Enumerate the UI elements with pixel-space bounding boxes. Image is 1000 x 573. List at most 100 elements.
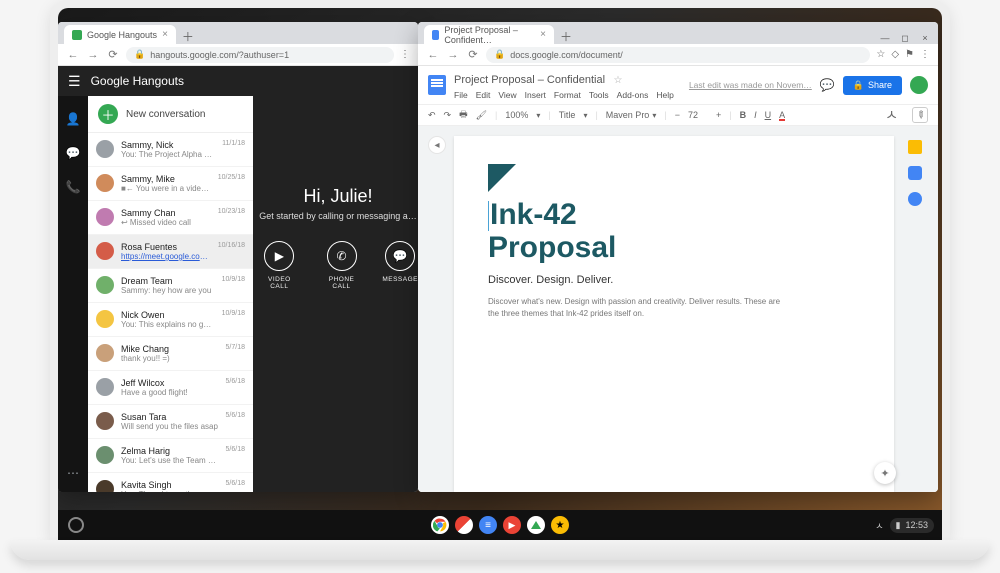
- style-dropdown[interactable]: Title: [559, 110, 576, 120]
- docs-tabstrip[interactable]: Project Proposal – Confident… × ＋ —◻×: [418, 22, 938, 44]
- shelf-gmail-icon[interactable]: [455, 516, 473, 534]
- close-tab-icon[interactable]: ×: [162, 29, 168, 40]
- font-dropdown[interactable]: Maven Pro▾: [606, 110, 657, 120]
- tray-expand-icon[interactable]: ㅅ: [875, 519, 883, 532]
- keep-icon[interactable]: [908, 140, 922, 154]
- shelf-playstore-icon[interactable]: [527, 516, 545, 534]
- phone-icon[interactable]: 📞: [64, 178, 82, 196]
- font-size-plus[interactable]: +: [716, 110, 721, 120]
- hangouts-tabstrip[interactable]: Google Hangouts × ＋: [58, 22, 418, 44]
- conversation-item[interactable]: Kavita SinghYou: Thoughts on the report?…: [88, 473, 253, 492]
- browser-menu-icon[interactable]: ⋮: [920, 49, 930, 60]
- close-tab-icon[interactable]: ×: [540, 29, 546, 40]
- menu-view[interactable]: View: [498, 90, 516, 100]
- editing-mode-button[interactable]: [912, 107, 928, 123]
- conversation-name: Nick Owen: [121, 310, 215, 320]
- shelf-youtube-icon[interactable]: ▶: [503, 516, 521, 534]
- chat-icon[interactable]: 💬: [64, 144, 82, 162]
- system-tray[interactable]: ㅅ ▮ 12:53: [875, 518, 934, 533]
- chromeos-shelf[interactable]: ≡ ▶ ★ ㅅ ▮ 12:53: [58, 510, 942, 540]
- calendar-icon[interactable]: [908, 166, 922, 180]
- docs-tab[interactable]: Project Proposal – Confident… ×: [424, 25, 554, 44]
- toolbar-collapse-icon[interactable]: ㅅ: [885, 105, 898, 125]
- shelf-chrome-icon[interactable]: [431, 516, 449, 534]
- shelf-files-icon[interactable]: ★: [551, 516, 569, 534]
- docs-toolbar[interactable]: ↶ ↷ 🖶 🖌 | 100%▾ | Title▾ | Maven Pro▾ | …: [418, 104, 938, 126]
- italic-button[interactable]: I: [754, 110, 757, 120]
- share-button[interactable]: 🔒 Share: [843, 76, 902, 95]
- document-body[interactable]: Discover what's new. Design with passion…: [488, 296, 788, 320]
- docs-app-icon[interactable]: [428, 75, 446, 95]
- contacts-icon[interactable]: 👤: [64, 110, 82, 128]
- docs-address-bar[interactable]: 🔒 docs.google.com/document/: [486, 47, 870, 63]
- browser-menu-icon[interactable]: ⋮: [400, 49, 410, 60]
- outline-toggle-button[interactable]: ◂: [428, 136, 446, 154]
- reload-icon[interactable]: ⟳: [466, 48, 480, 61]
- document-tagline[interactable]: Discover. Design. Deliver.: [488, 274, 860, 286]
- cast-icon[interactable]: ◇: [891, 49, 899, 60]
- conversation-item[interactable]: Zelma HarigYou: Let's use the Team Drive…: [88, 439, 253, 473]
- back-icon[interactable]: ←: [426, 49, 440, 61]
- explore-button[interactable]: ✦: [874, 462, 896, 484]
- forward-icon[interactable]: →: [446, 49, 460, 61]
- conversation-item[interactable]: Mike Changthank you!! =)5/7/18: [88, 337, 253, 371]
- menu-file[interactable]: File: [454, 90, 468, 100]
- font-size-minus[interactable]: −: [675, 110, 680, 120]
- conversation-item[interactable]: Susan TaraWill send you the files asap5/…: [88, 405, 253, 439]
- shelf-docs-icon[interactable]: ≡: [479, 516, 497, 534]
- back-icon[interactable]: ←: [66, 49, 80, 61]
- message-button[interactable]: 💬 MESSAGE: [382, 241, 418, 290]
- reload-icon[interactable]: ⟳: [106, 48, 120, 61]
- more-icon[interactable]: ⋯: [64, 464, 82, 482]
- phone-call-button[interactable]: ✆ PHONE CALL: [319, 241, 365, 290]
- conversation-item[interactable]: Sammy, NickYou: The Project Alpha presen…: [88, 133, 253, 167]
- conversation-snippet: Have a good flight!: [121, 388, 219, 397]
- conversation-item[interactable]: Rosa Fuenteshttps://meet.google.com/mxl-…: [88, 235, 253, 269]
- document-page[interactable]: Ink-42 Proposal Discover. Design. Delive…: [454, 136, 894, 492]
- star-icon[interactable]: ☆: [876, 49, 885, 60]
- conversation-item[interactable]: Jeff WilcoxHave a good flight!5/6/18: [88, 371, 253, 405]
- underline-button[interactable]: U: [765, 110, 772, 120]
- last-edit-link[interactable]: Last edit was made on Novem…: [689, 80, 812, 90]
- bold-button[interactable]: B: [740, 110, 747, 120]
- font-size-input[interactable]: 72: [688, 110, 708, 120]
- tasks-icon[interactable]: [908, 192, 922, 206]
- document-title[interactable]: Project Proposal – Confidential: [454, 74, 605, 86]
- new-conversation-button[interactable]: ＋ New conversation: [88, 96, 253, 133]
- comments-icon[interactable]: 💬: [820, 78, 835, 92]
- conversation-panel[interactable]: ＋ New conversation Sammy, NickYou: The P…: [88, 96, 253, 492]
- text-color-button[interactable]: A: [779, 110, 785, 120]
- menu-format[interactable]: Format: [554, 90, 581, 100]
- paint-format-icon[interactable]: 🖌: [476, 110, 487, 121]
- video-call-button[interactable]: ▶ VIDEO CALL: [258, 241, 301, 290]
- launcher-icon[interactable]: [68, 517, 84, 533]
- document-heading[interactable]: Ink-42 Proposal: [488, 198, 860, 264]
- hangouts-tab[interactable]: Google Hangouts ×: [64, 25, 176, 44]
- forward-icon[interactable]: →: [86, 49, 100, 61]
- menu-help[interactable]: Help: [656, 90, 673, 100]
- new-tab-button[interactable]: ＋: [180, 28, 196, 44]
- star-icon[interactable]: ☆: [613, 75, 622, 86]
- zoom-dropdown[interactable]: 100%: [505, 110, 528, 120]
- conversation-item[interactable]: Sammy, Mike■← You were in a video call10…: [88, 167, 253, 201]
- account-avatar[interactable]: [910, 76, 928, 94]
- conversation-item[interactable]: Nick OwenYou: This explains no ghost10/9…: [88, 303, 253, 337]
- print-icon[interactable]: 🖶: [459, 107, 468, 123]
- hangouts-omnibar: ← → ⟳ 🔒 hangouts.google.com/?authuser=1 …: [58, 44, 418, 66]
- menu-add-ons[interactable]: Add-ons: [617, 90, 649, 100]
- conversation-item[interactable]: Sammy Chan↩ Missed video call10/23/18: [88, 201, 253, 235]
- hangouts-address-bar[interactable]: 🔒 hangouts.google.com/?authuser=1: [126, 47, 394, 63]
- undo-icon[interactable]: ↶: [428, 110, 436, 121]
- conversation-item[interactable]: Dream TeamSammy: hey how are you10/9/18: [88, 269, 253, 303]
- window-controls[interactable]: —◻×: [878, 33, 932, 44]
- redo-icon[interactable]: ↷: [444, 110, 452, 121]
- battery-icon: ▮: [896, 520, 901, 531]
- menu-tools[interactable]: Tools: [589, 90, 609, 100]
- menu-insert[interactable]: Insert: [525, 90, 546, 100]
- flag-ext-icon[interactable]: ⚑: [905, 49, 914, 60]
- menu-edit[interactable]: Edit: [476, 90, 491, 100]
- hangouts-brand: Google Hangouts: [91, 74, 184, 88]
- docs-menubar[interactable]: File Edit View Insert Format Tools Add-ons Help: [454, 90, 681, 100]
- menu-icon[interactable]: ☰: [68, 73, 81, 90]
- new-tab-button[interactable]: ＋: [558, 28, 574, 44]
